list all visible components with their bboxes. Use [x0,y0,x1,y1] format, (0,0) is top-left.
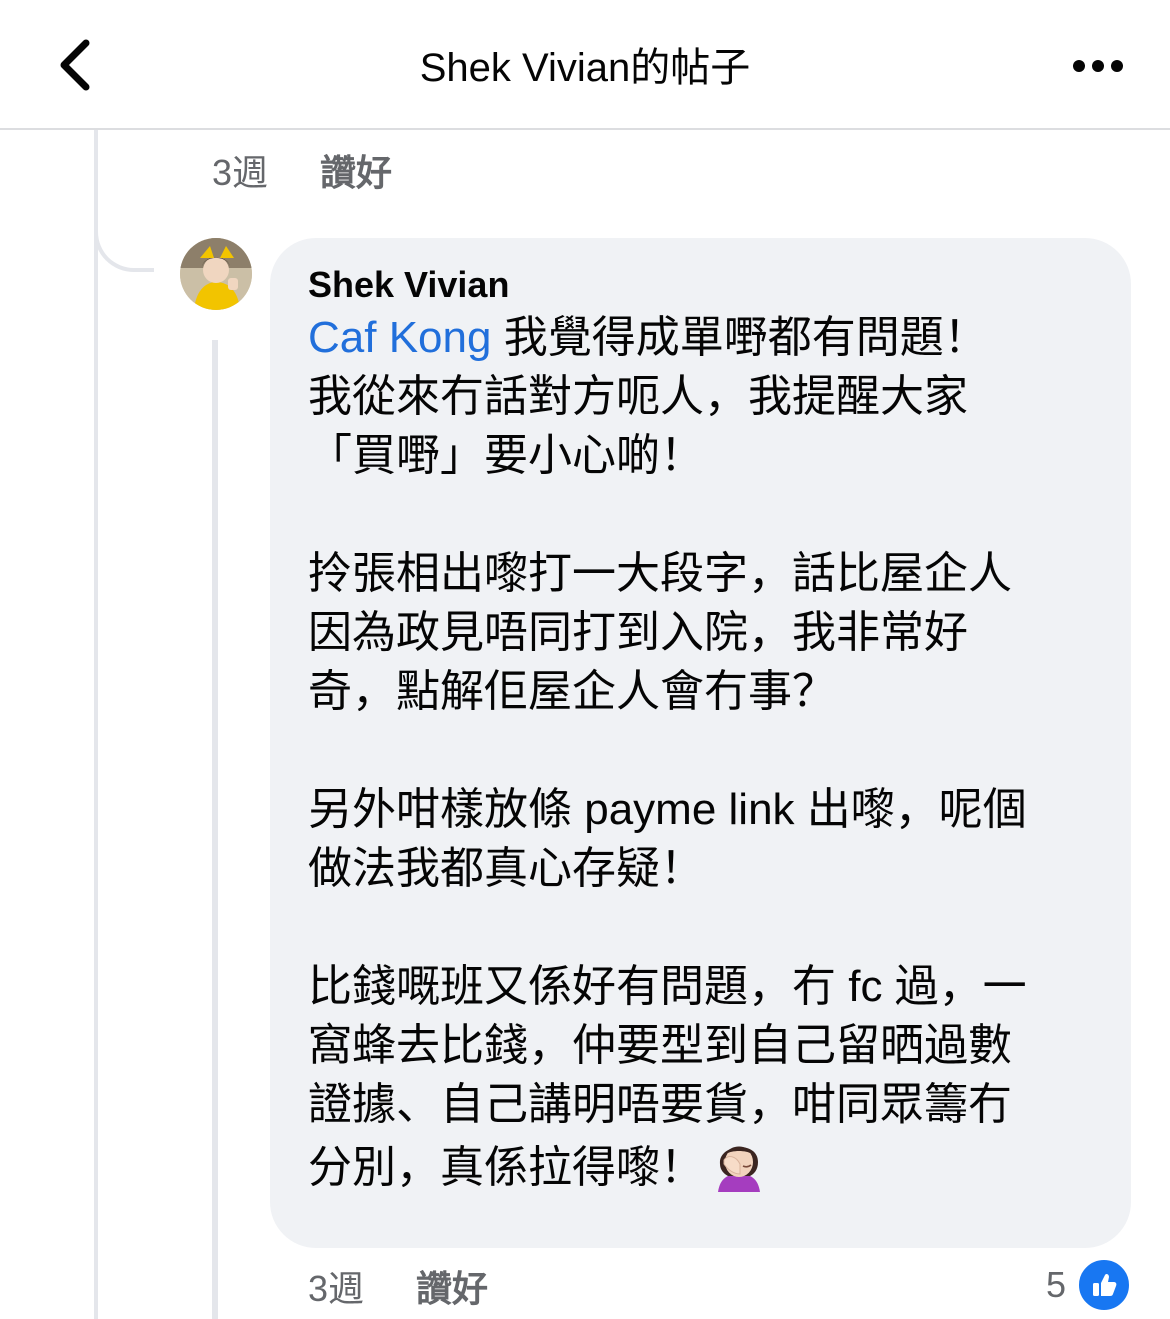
reaction-summary[interactable]: 5 [1046,1257,1133,1313]
comment-paragraph-2: 拎張相出嚟打一大段字，話比屋企人 因為政見唔同打到入院，我非常好 奇，點解佢屋企… [308,549,1012,716]
like-button[interactable]: 讚好 [416,1260,488,1312]
comment-paragraph-4: 比錢嘅班又係好有問題，冇 fc 過，一 窩蜂去比錢，仲要型到自己留晒過數 證據、… [308,957,1093,1207]
thread-reply-curve [94,130,154,272]
comment-bubble[interactable]: Shek Vivian Caf Kong 我覺得成單嘢都有問題！ 我從來冇話對方… [270,238,1131,1248]
more-dots-icon [1073,60,1123,72]
comment-paragraph-1: Caf Kong 我覺得成單嘢都有問題！ 我從來冇話對方呃人，我提醒大家 「買嘢… [308,308,1093,485]
thread-line [94,130,98,1319]
comment-actions: 3週 讚好 [308,1264,488,1309]
previous-comment-actions: 3週 讚好 [212,148,392,193]
more-options-button[interactable] [1060,40,1136,92]
like-thumb-icon [1076,1257,1133,1313]
comment-paragraph-3: 另外咁樣放條 payme link 出嚟，呢個 做法我都真心存疑！ [308,785,1027,893]
mention-link[interactable]: Caf Kong [308,313,491,362]
comment-timestamp: 3週 [308,1268,365,1309]
reaction-count: 5 [1046,1264,1067,1305]
like-button[interactable]: 讚好 [320,144,392,196]
face-palm-emoji-icon [710,1134,768,1207]
page-title: Shek Vivian的帖子 [419,46,751,90]
comment-timestamp: 3週 [212,152,269,193]
comment-text-4: 比錢嘅班又係好有問題，冇 fc 過，一 窩蜂去比錢，仲要型到自己留晒過數 證據、… [308,962,1027,1192]
avatar[interactable] [180,238,252,310]
comment-author[interactable]: Shek Vivian [308,262,1093,308]
top-header: Shek Vivian的帖子 [0,0,1170,130]
reply-thread-line [212,340,218,1319]
avatar-image [180,238,252,310]
